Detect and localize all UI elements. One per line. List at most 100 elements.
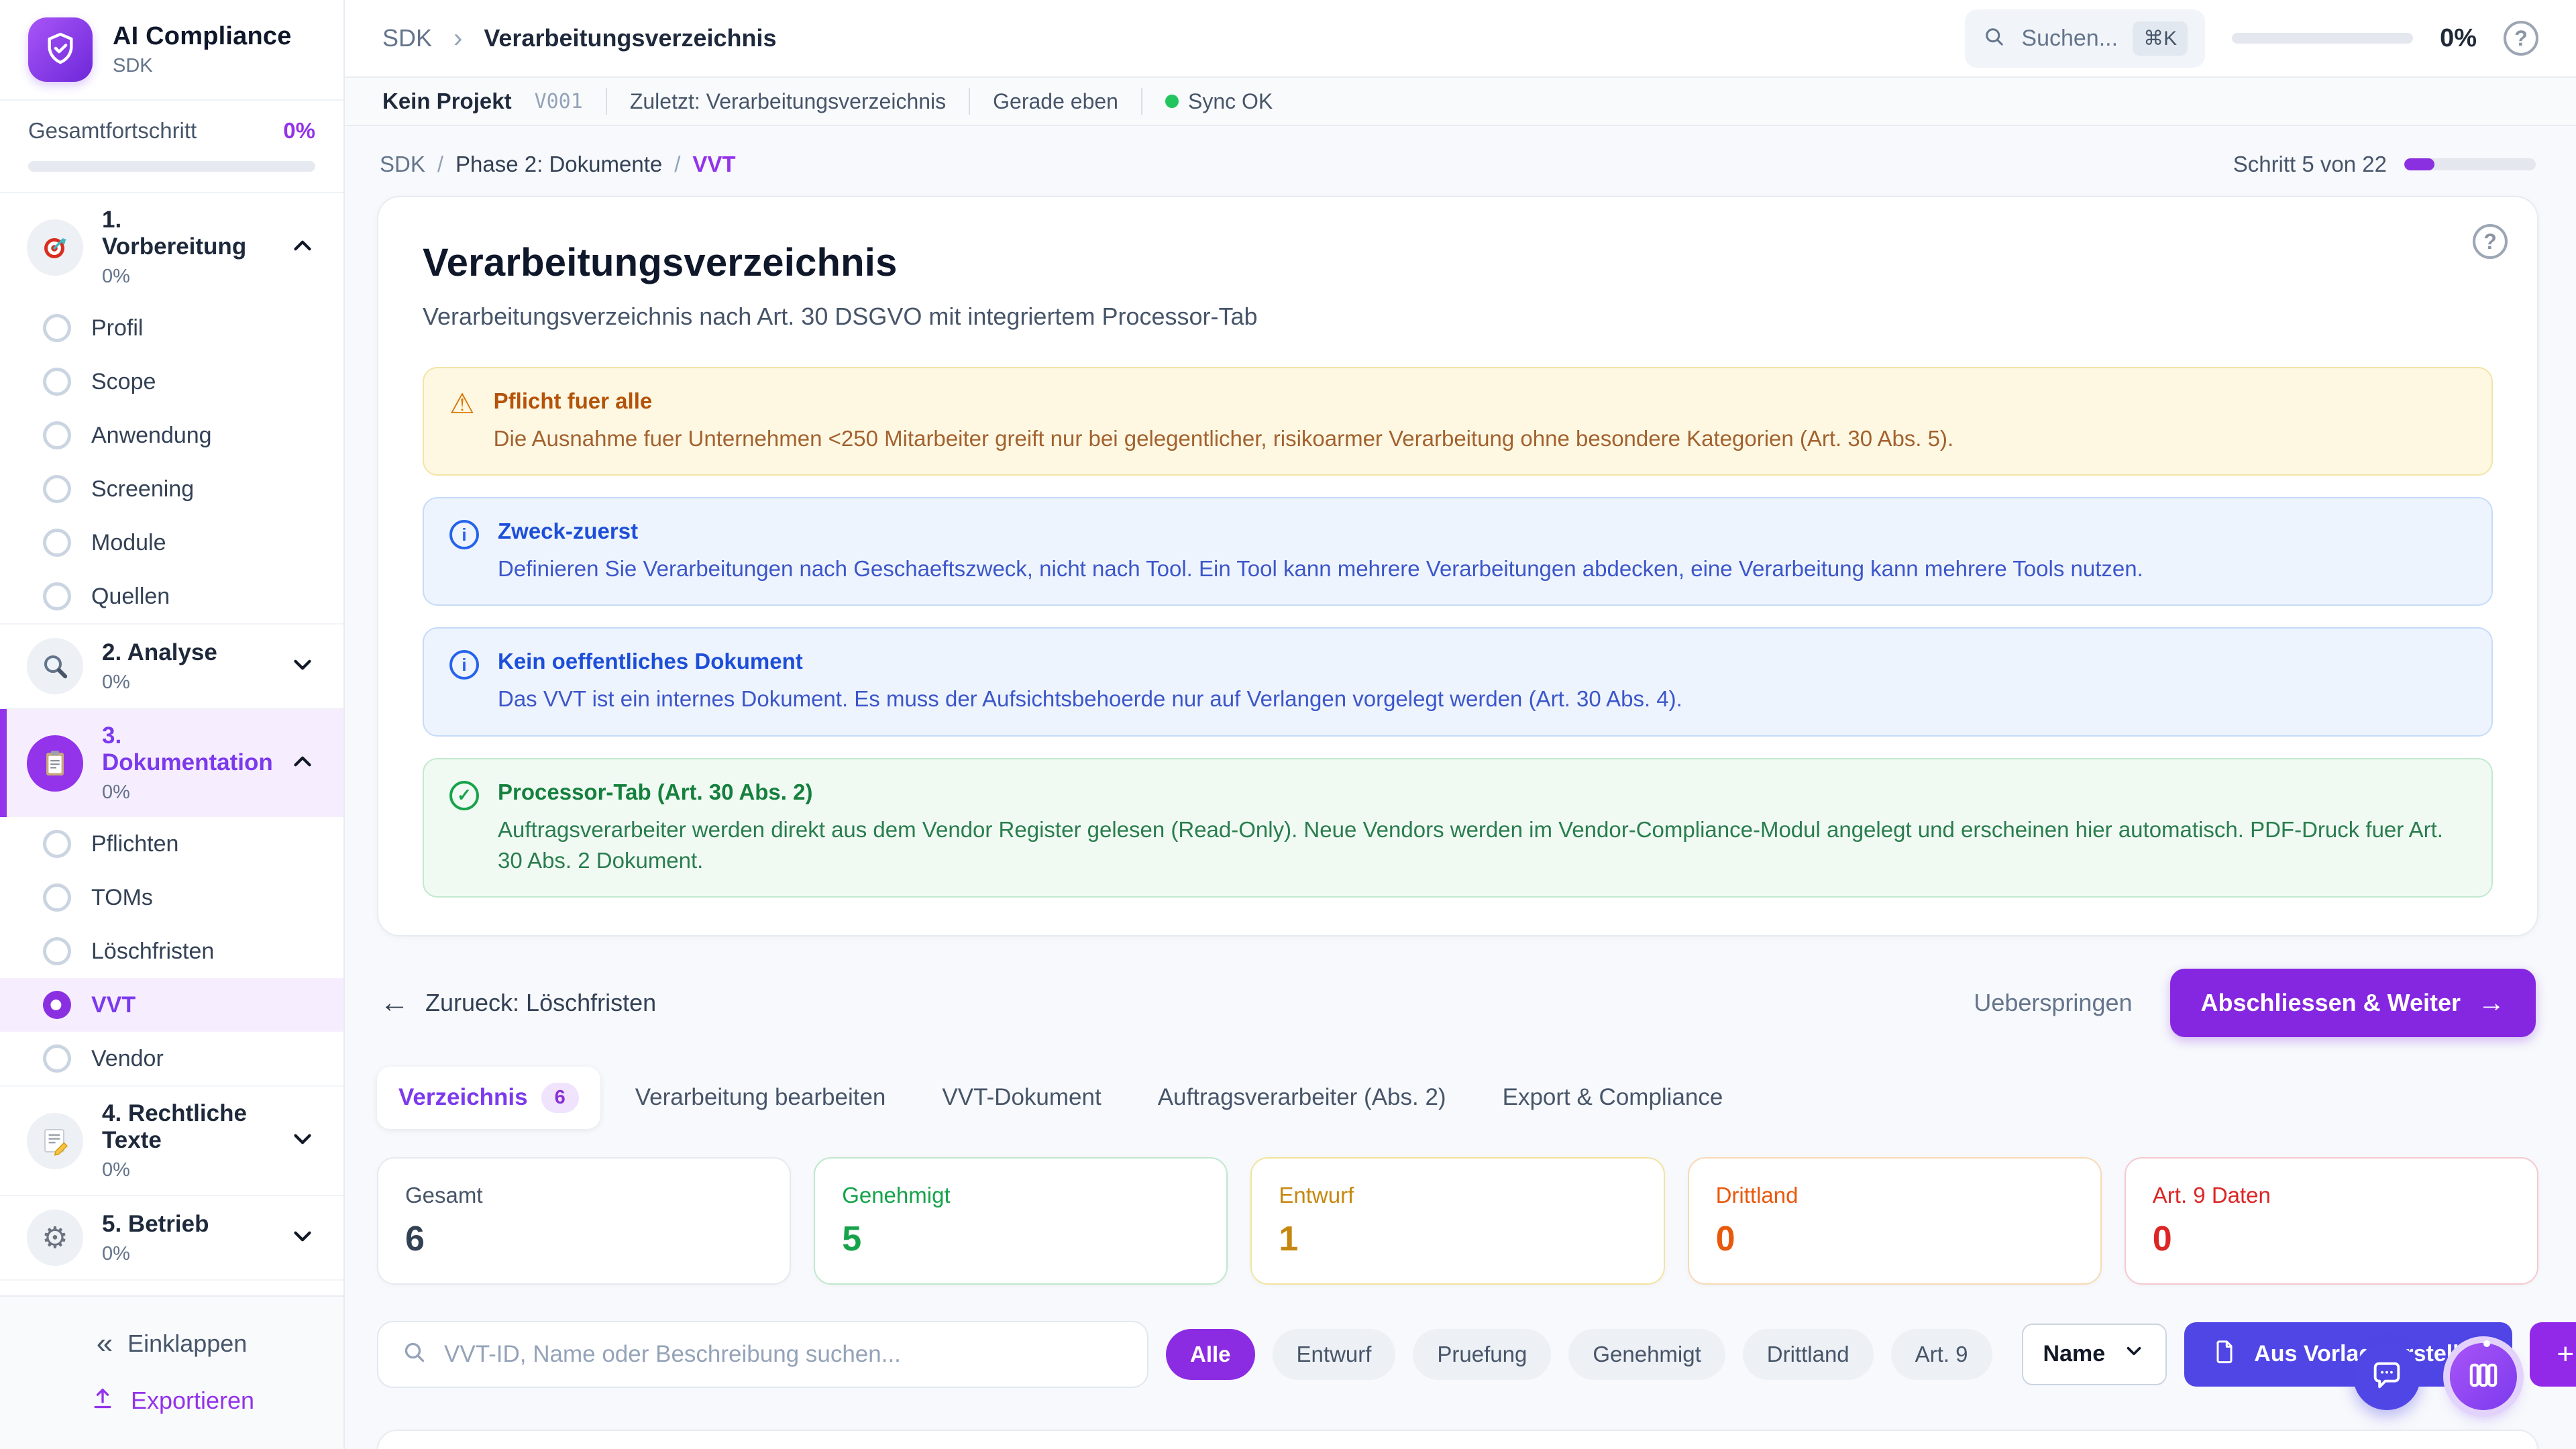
chevron-down-icon xyxy=(288,1222,317,1254)
help-icon[interactable]: ? xyxy=(2504,21,2538,56)
skip-button[interactable]: Ueberspringen xyxy=(1974,989,2132,1017)
sidebar-item-label: Löschfristen xyxy=(91,938,214,965)
tab-export-compliance[interactable]: Export & Compliance xyxy=(1481,1068,1745,1127)
breadcrumb-root[interactable]: SDK xyxy=(382,24,432,52)
magnifier-icon xyxy=(27,638,83,694)
target-icon xyxy=(27,219,83,276)
back-label: Zurueck: Löschfristen xyxy=(425,989,656,1017)
breadcrumb-current: Verarbeitungsverzeichnis xyxy=(484,24,776,52)
filter-pill-genehmigt[interactable]: Genehmigt xyxy=(1568,1329,1725,1380)
sidebar-item-scope[interactable]: Scope xyxy=(0,355,343,409)
page-crumb-phase[interactable]: Phase 2: Dokumente xyxy=(455,152,662,177)
collapse-sidebar-button[interactable]: « Einklappen xyxy=(0,1316,343,1372)
alert-pflicht: ⚠ Pflicht fuer alle Die Ausnahme fuer Un… xyxy=(423,367,2493,476)
sidebar-item-toms[interactable]: TOMs xyxy=(0,871,343,924)
page-subtitle: Verarbeitungsverzeichnis nach Art. 30 DS… xyxy=(423,303,2493,331)
global-search-button[interactable]: Suchen... ⌘K xyxy=(1965,9,2205,68)
sidebar-item-label: Vendor xyxy=(91,1046,164,1072)
divider xyxy=(1141,88,1142,115)
section-label: 2. Analyse xyxy=(102,639,217,665)
columns-fab-button[interactable] xyxy=(2450,1343,2517,1410)
brand: AI Compliance SDK xyxy=(0,0,343,101)
memo-pencil-icon xyxy=(27,1113,83,1169)
sort-select[interactable]: Name xyxy=(2022,1324,2167,1385)
sidebar-item-screening[interactable]: Screening xyxy=(0,462,343,516)
section-label: 3. Dokumentation xyxy=(102,722,273,775)
stat-card-entwurf: Entwurf 1 xyxy=(1250,1157,1664,1285)
radio-icon xyxy=(43,475,71,503)
content-scroll-area[interactable]: SDK / Phase 2: Dokumente / VVT Schritt 5… xyxy=(345,126,2576,1449)
card-help-icon[interactable]: ? xyxy=(2473,224,2508,259)
tab-vvt-dokument[interactable]: VVT-Dokument xyxy=(920,1068,1122,1127)
stat-value: 0 xyxy=(2153,1219,2510,1259)
new-processing-button[interactable]: + Neue Verarbeitung xyxy=(2530,1322,2576,1387)
alert-processor-tab: ✓ Processor-Tab (Art. 30 Abs. 2) Auftrag… xyxy=(423,758,2493,898)
sidebar-item-quellen[interactable]: Quellen xyxy=(0,570,343,623)
sidebar-nav: 1. Vorbereitung 0% Profil Scope xyxy=(0,193,343,1295)
sidebar-item-loeschfristen[interactable]: Löschfristen xyxy=(0,924,343,978)
tabs-bar: Verzeichnis 6 Verarbeitung bearbeiten VV… xyxy=(377,1067,2538,1129)
stat-value: 0 xyxy=(1716,1219,2074,1259)
export-button[interactable]: Exportieren xyxy=(0,1372,343,1429)
page-breadcrumb-row: SDK / Phase 2: Dokumente / VVT Schritt 5… xyxy=(380,152,2536,177)
filter-toolbar: Alle Entwurf Pruefung Genehmigt Drittlan… xyxy=(377,1321,2538,1388)
page-crumb-root[interactable]: SDK xyxy=(380,152,425,177)
back-button[interactable]: ← Zurueck: Löschfristen xyxy=(380,988,656,1018)
sidebar-item-anwendung[interactable]: Anwendung xyxy=(0,409,343,462)
vvt-search-input[interactable] xyxy=(444,1341,1124,1368)
collapse-label: Einklappen xyxy=(127,1330,247,1358)
tab-label: Verzeichnis xyxy=(398,1084,528,1111)
fab-notification-dot xyxy=(2483,1340,2490,1347)
sidebar-item-vendor[interactable]: Vendor xyxy=(0,1032,343,1085)
sort-select-value: Name xyxy=(2043,1341,2106,1367)
overall-progress: Gesamtfortschritt 0% xyxy=(0,101,343,193)
step-progress-bar xyxy=(2404,158,2536,170)
section-percent: 0% xyxy=(102,782,270,804)
sidebar-section-rechtliche-texte[interactable]: 4. Rechtliche Texte 0% xyxy=(0,1087,343,1195)
radio-icon xyxy=(43,830,71,858)
keyboard-shortcut-badge: ⌘K xyxy=(2133,21,2188,56)
tab-verzeichnis[interactable]: Verzeichnis 6 xyxy=(377,1067,600,1129)
sidebar-section-analyse[interactable]: 2. Analyse 0% xyxy=(0,625,343,708)
sidebar-section-dokumentation[interactable]: 3. Dokumentation 0% xyxy=(0,709,343,817)
sidebar-item-label: Pflichten xyxy=(91,831,178,857)
arrow-left-icon: ← xyxy=(380,988,409,1018)
chat-fab-button[interactable] xyxy=(2353,1343,2420,1410)
section-percent: 0% xyxy=(102,672,270,694)
chevron-up-icon xyxy=(288,231,317,263)
sidebar-item-label: Anwendung xyxy=(91,423,212,449)
page-title: Verarbeitungsverzeichnis xyxy=(423,240,2493,285)
export-label: Exportieren xyxy=(131,1387,254,1415)
tab-label: Export & Compliance xyxy=(1503,1084,1723,1111)
sync-status-dot xyxy=(1165,95,1179,108)
radio-icon xyxy=(43,937,71,965)
stats-row: Gesamt 6 Genehmigt 5 Entwurf 1 Drittland… xyxy=(377,1157,2538,1285)
sidebar-section-betrieb[interactable]: ⚙ 5. Betrieb 0% xyxy=(0,1196,343,1279)
sidebar-section-vorbereitung[interactable]: 1. Vorbereitung 0% xyxy=(0,193,343,301)
sidebar-item-profil[interactable]: Profil xyxy=(0,301,343,355)
tab-auftragsverarbeiter[interactable]: Auftragsverarbeiter (Abs. 2) xyxy=(1136,1068,1468,1127)
radio-icon xyxy=(43,883,71,912)
search-icon xyxy=(1982,25,2006,52)
sidebar-item-pflichten[interactable]: Pflichten xyxy=(0,817,343,871)
filter-pill-alle[interactable]: Alle xyxy=(1166,1329,1255,1380)
page-crumb-current: VVT xyxy=(692,152,735,177)
alert-body: Das VVT ist ein internes Dokument. Es mu… xyxy=(498,684,1682,714)
stat-label: Gesamt xyxy=(405,1183,763,1208)
radio-selected-icon xyxy=(43,991,71,1019)
project-status-bar: Kein Projekt V001 Zuletzt: Verarbeitungs… xyxy=(345,78,2576,126)
complete-next-label: Abschliessen & Weiter xyxy=(2201,989,2461,1017)
sidebar-item-label: Module xyxy=(91,530,166,556)
filter-pill-entwurf[interactable]: Entwurf xyxy=(1273,1329,1396,1380)
stat-value: 1 xyxy=(1279,1219,1636,1259)
filter-pill-pruefung[interactable]: Pruefung xyxy=(1413,1329,1551,1380)
sidebar-item-vvt[interactable]: VVT xyxy=(0,978,343,1032)
sidebar-item-module[interactable]: Module xyxy=(0,516,343,570)
filter-pill-art9[interactable]: Art. 9 xyxy=(1891,1329,1992,1380)
tab-verarbeitung-bearbeiten[interactable]: Verarbeitung bearbeiten xyxy=(614,1068,908,1127)
warning-icon: ⚠ xyxy=(449,388,475,419)
sidebar-item-label: Screening xyxy=(91,476,194,502)
complete-next-button[interactable]: Abschliessen & Weiter → xyxy=(2170,969,2536,1037)
filter-pill-drittland[interactable]: Drittland xyxy=(1743,1329,1874,1380)
sidebar: AI Compliance SDK Gesamtfortschritt 0% xyxy=(0,0,345,1449)
